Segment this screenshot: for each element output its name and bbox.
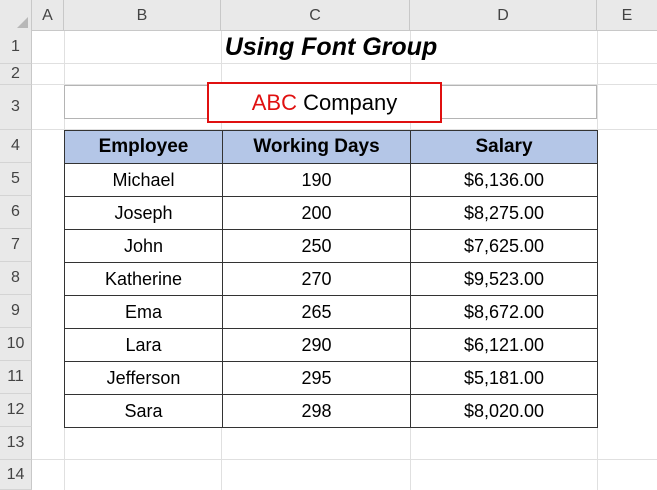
cell-employee[interactable]: Katherine (64, 262, 223, 296)
company-name-cell[interactable]: ABC Company (207, 82, 442, 123)
table-row: Jefferson 295 $5,181.00 (64, 361, 598, 395)
table-row: Katherine 270 $9,523.00 (64, 262, 598, 296)
column-header-b[interactable]: B (64, 0, 221, 31)
row-header-3[interactable]: 3 (0, 85, 32, 130)
row-header-14[interactable]: 14 (0, 460, 32, 490)
table-row: Lara 290 $6,121.00 (64, 328, 598, 362)
column-header-d[interactable]: D (410, 0, 597, 31)
cell-working-days[interactable]: 265 (222, 295, 411, 329)
row-header-13[interactable]: 13 (0, 427, 32, 460)
sheet-title[interactable]: Using Font Group (65, 31, 597, 64)
row-header-8[interactable]: 8 (0, 262, 32, 295)
cell-employee[interactable]: Jefferson (64, 361, 223, 395)
grid-line (32, 459, 657, 460)
table-header-row: Employee Working Days Salary (64, 130, 598, 164)
cell-working-days[interactable]: 200 (222, 196, 411, 230)
cell-working-days[interactable]: 270 (222, 262, 411, 296)
header-employee[interactable]: Employee (64, 130, 223, 164)
cell-employee[interactable]: Lara (64, 328, 223, 362)
employee-table: Employee Working Days Salary Michael 190… (64, 130, 598, 428)
cell-employee[interactable]: Sara (64, 394, 223, 428)
cell-working-days[interactable]: 295 (222, 361, 411, 395)
row-header-6[interactable]: 6 (0, 196, 32, 229)
cell-salary[interactable]: $9,523.00 (410, 262, 598, 296)
cell-employee[interactable]: Joseph (64, 196, 223, 230)
table-row: Sara 298 $8,020.00 (64, 394, 598, 428)
table-row: Ema 265 $8,672.00 (64, 295, 598, 329)
cell-working-days[interactable]: 298 (222, 394, 411, 428)
cell-employee[interactable]: Ema (64, 295, 223, 329)
column-header-a[interactable]: A (32, 0, 64, 31)
row-header-12[interactable]: 12 (0, 394, 32, 427)
table-row: Michael 190 $6,136.00 (64, 163, 598, 197)
cell-salary[interactable]: $8,275.00 (410, 196, 598, 230)
cell-salary[interactable]: $5,181.00 (410, 361, 598, 395)
row-header-9[interactable]: 9 (0, 295, 32, 328)
row-header-4[interactable]: 4 (0, 130, 32, 163)
cell-salary[interactable]: $8,672.00 (410, 295, 598, 329)
select-all-button[interactable] (0, 0, 32, 31)
select-all-triangle-icon (17, 17, 28, 28)
row-header-1[interactable]: 1 (0, 31, 32, 64)
cell-employee[interactable]: John (64, 229, 223, 263)
cell-salary[interactable]: $7,625.00 (410, 229, 598, 263)
cell-working-days[interactable]: 190 (222, 163, 411, 197)
cell-employee[interactable]: Michael (64, 163, 223, 197)
company-name-abc: ABC (251, 89, 297, 115)
cell-working-days[interactable]: 290 (222, 328, 411, 362)
cell-salary[interactable]: $8,020.00 (410, 394, 598, 428)
company-name-suffix: Company (296, 89, 398, 115)
row-header-2[interactable]: 2 (0, 64, 32, 85)
cell-salary[interactable]: $6,121.00 (410, 328, 598, 362)
row-header-5[interactable]: 5 (0, 163, 32, 196)
row-header-10[interactable]: 10 (0, 328, 32, 361)
table-row: Joseph 200 $8,275.00 (64, 196, 598, 230)
column-header-e[interactable]: E (597, 0, 657, 31)
row-header-11[interactable]: 11 (0, 361, 32, 394)
header-salary[interactable]: Salary (410, 130, 598, 164)
header-working-days[interactable]: Working Days (222, 130, 411, 164)
table-row: John 250 $7,625.00 (64, 229, 598, 263)
cell-salary[interactable]: $6,136.00 (410, 163, 598, 197)
column-header-c[interactable]: C (221, 0, 410, 31)
row-header-7[interactable]: 7 (0, 229, 32, 262)
cell-working-days[interactable]: 250 (222, 229, 411, 263)
